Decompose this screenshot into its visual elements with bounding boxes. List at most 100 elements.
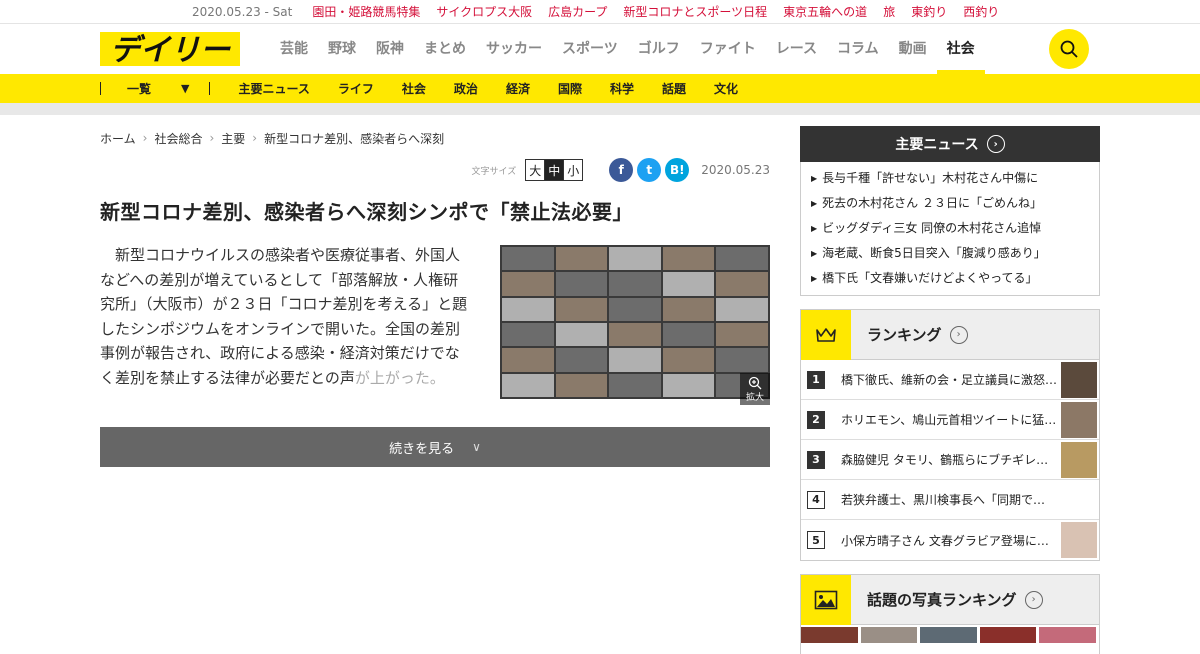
breadcrumb: ホーム › 社会総合 › 主要 › 新型コロナ差別、感染者らへ深刻 <box>100 126 770 150</box>
nav-item-geino[interactable]: 芸能 <box>280 24 308 74</box>
nav-item-video[interactable]: 動画 <box>899 24 927 74</box>
photo-tile <box>662 348 715 372</box>
breadcrumb-shakai[interactable]: 社会総合 <box>154 130 202 147</box>
main-news-header[interactable]: 主要ニュース › <box>800 126 1100 162</box>
article-text: 新型コロナウイルスの感染者や医療従事者、外国人などへの差別が増えているとして「部… <box>100 243 472 391</box>
zoom-in-icon <box>748 376 762 389</box>
category-list-dropdown[interactable]: 一覧 ▼ <box>127 80 189 97</box>
top-link[interactable]: 旅 <box>883 3 895 20</box>
top-link[interactable]: 東京五輪への道 <box>783 3 867 20</box>
breadcrumb-main[interactable]: 主要 <box>221 130 245 147</box>
main-news-item[interactable]: 橋下氏「文春嫌いだけどよくやってる」 <box>811 266 1089 291</box>
subnav-item-kagaku[interactable]: 科学 <box>610 80 634 97</box>
photo-tile <box>609 348 661 372</box>
top-link[interactable]: 広島カープ <box>548 3 607 20</box>
main-nav: 芸能 野球 阪神 まとめ サッカー スポーツ ゴルフ ファイト レース コラム … <box>280 24 995 74</box>
photo-thumbnail[interactable] <box>801 627 858 643</box>
current-date: 2020.05.23 - Sat <box>192 4 293 19</box>
rank-headline: 若狭弁護士、黒川検事長へ「同期ですから… <box>841 493 1057 507</box>
photo-tile <box>716 297 768 321</box>
ranking-title: ランキング <box>867 326 942 344</box>
photo-ranking-title: 話題の写真ランキング <box>867 591 1017 609</box>
photo-thumbnail[interactable] <box>1039 627 1096 643</box>
rank-number: 3 <box>807 450 825 469</box>
nav-item-shakai[interactable]: 社会 <box>936 24 985 74</box>
rank-number: 2 <box>807 410 825 429</box>
sub-nav: 一覧 ▼ 主要ニュース ライフ 社会 政治 経済 国際 科学 話題 文化 <box>0 74 1200 103</box>
top-link[interactable]: 西釣り <box>963 3 999 20</box>
subnav-item-kokusai[interactable]: 国際 <box>558 80 582 97</box>
read-more-button[interactable]: 続きを見る ∨ <box>100 427 770 467</box>
twitter-share-icon[interactable]: t <box>637 158 662 182</box>
nav-item-column[interactable]: コラム <box>837 24 879 74</box>
main-news-item[interactable]: 死去の木村花さん ２３日に「ごめんね」 <box>811 191 1089 216</box>
photo-ranking-box: 話題の写真ランキング › <box>800 574 1100 654</box>
breadcrumb-home[interactable]: ホーム <box>100 130 136 147</box>
font-size-large-button[interactable]: 大 <box>525 159 546 181</box>
main-news-item[interactable]: 長与千種「許せない」木村花さん中傷に <box>811 166 1089 191</box>
subnav-item-life[interactable]: ライフ <box>338 80 374 97</box>
photo-tile <box>716 323 768 347</box>
nav-item-sports[interactable]: スポーツ <box>562 24 618 74</box>
chevron-right-icon: › <box>986 135 1005 153</box>
rank-thumbnail <box>1061 401 1097 438</box>
ranking-item[interactable]: 3 森脇健児 タモリ、鶴瓶らにブチギレ… <box>801 440 1099 480</box>
subnav-item-keizai[interactable]: 経済 <box>506 80 530 97</box>
photo-tile <box>502 247 554 271</box>
nav-item-fight[interactable]: ファイト <box>700 24 756 74</box>
ranking-header[interactable]: ランキング › <box>801 309 1099 360</box>
font-size-small-button[interactable]: 小 <box>563 159 584 181</box>
top-link[interactable]: 東釣り <box>911 3 947 20</box>
article-main: ホーム › 社会総合 › 主要 › 新型コロナ差別、感染者らへ深刻 文字サイズ … <box>100 126 770 467</box>
top-link[interactable]: 新型コロナとスポーツ日程 <box>623 3 767 20</box>
chevron-right-icon: › <box>142 131 148 145</box>
main-news-item[interactable]: ビッグダディ三女 同僚の木村花さん追悼 <box>811 216 1089 241</box>
photo-tile <box>502 297 554 321</box>
chevron-right-icon: › <box>949 325 968 344</box>
top-link[interactable]: サイクロプス大阪 <box>436 3 532 20</box>
nav-item-yakyu[interactable]: 野球 <box>328 24 356 74</box>
photo-tile <box>502 373 554 397</box>
nav-item-matome[interactable]: まとめ <box>424 24 466 74</box>
crown-icon <box>801 309 851 360</box>
photo-thumbnail-strip <box>801 627 1099 643</box>
photo-thumbnail[interactable] <box>920 627 977 643</box>
subnav-item-seiji[interactable]: 政治 <box>454 80 478 97</box>
photo-tile <box>662 297 715 321</box>
rank-thumbnail <box>1061 441 1097 478</box>
photo-ranking-header[interactable]: 話題の写真ランキング › <box>801 574 1099 625</box>
chevron-right-icon: › <box>1024 590 1043 609</box>
main-news-title: 主要ニュース <box>895 137 979 153</box>
site-logo[interactable]: デイリー <box>100 32 240 68</box>
publish-date: 2020.05.23 <box>701 163 770 177</box>
zoom-button[interactable]: 拡大 <box>740 373 770 405</box>
photo-thumbnail[interactable] <box>979 627 1037 643</box>
subnav-item-bunka[interactable]: 文化 <box>714 80 738 97</box>
ranking-item[interactable]: 5 小保方晴子さん 文春グラビア登場に… <box>801 520 1099 560</box>
subnav-item-wadai[interactable]: 話題 <box>662 80 686 97</box>
subnav-item-main-news[interactable]: 主要ニュース <box>238 80 309 97</box>
photo-tile <box>609 373 661 397</box>
font-size-medium-button[interactable]: 中 <box>544 159 565 181</box>
read-more-label: 続きを見る <box>389 441 455 457</box>
top-bar: 2020.05.23 - Sat 園田・姫路競馬特集 サイクロプス大阪 広島カー… <box>0 0 1200 24</box>
photo-tile <box>662 247 715 271</box>
facebook-share-icon[interactable]: f <box>609 158 634 182</box>
nav-item-race[interactable]: レース <box>776 24 817 74</box>
photo-thumbnail[interactable] <box>860 627 918 643</box>
ranking-item[interactable]: 2 ホリエモン、鳩山元首相ツイートに猛… <box>801 400 1099 440</box>
search-button[interactable] <box>1049 29 1089 69</box>
ranking-item[interactable]: 1 橋下徹氏、維新の会・足立議員に激怒… <box>801 360 1099 400</box>
photo-tile <box>555 373 608 397</box>
chevron-right-icon: › <box>252 131 258 145</box>
article-line-faded: が上がった。 <box>354 368 445 387</box>
nav-item-hanshin[interactable]: 阪神 <box>376 24 404 74</box>
article-photo[interactable] <box>500 245 770 399</box>
subnav-item-shakai[interactable]: 社会 <box>402 80 426 97</box>
nav-item-soccer[interactable]: サッカー <box>486 24 542 74</box>
hatena-bookmark-icon[interactable]: B! <box>665 158 690 182</box>
ranking-item[interactable]: 4 若狭弁護士、黒川検事長へ「同期ですから… <box>801 480 1099 520</box>
main-news-item[interactable]: 海老蔵、断食5日目突入「腹減り感あり」 <box>811 241 1089 266</box>
top-link[interactable]: 園田・姫路競馬特集 <box>312 3 420 20</box>
nav-item-golf[interactable]: ゴルフ <box>638 24 680 74</box>
